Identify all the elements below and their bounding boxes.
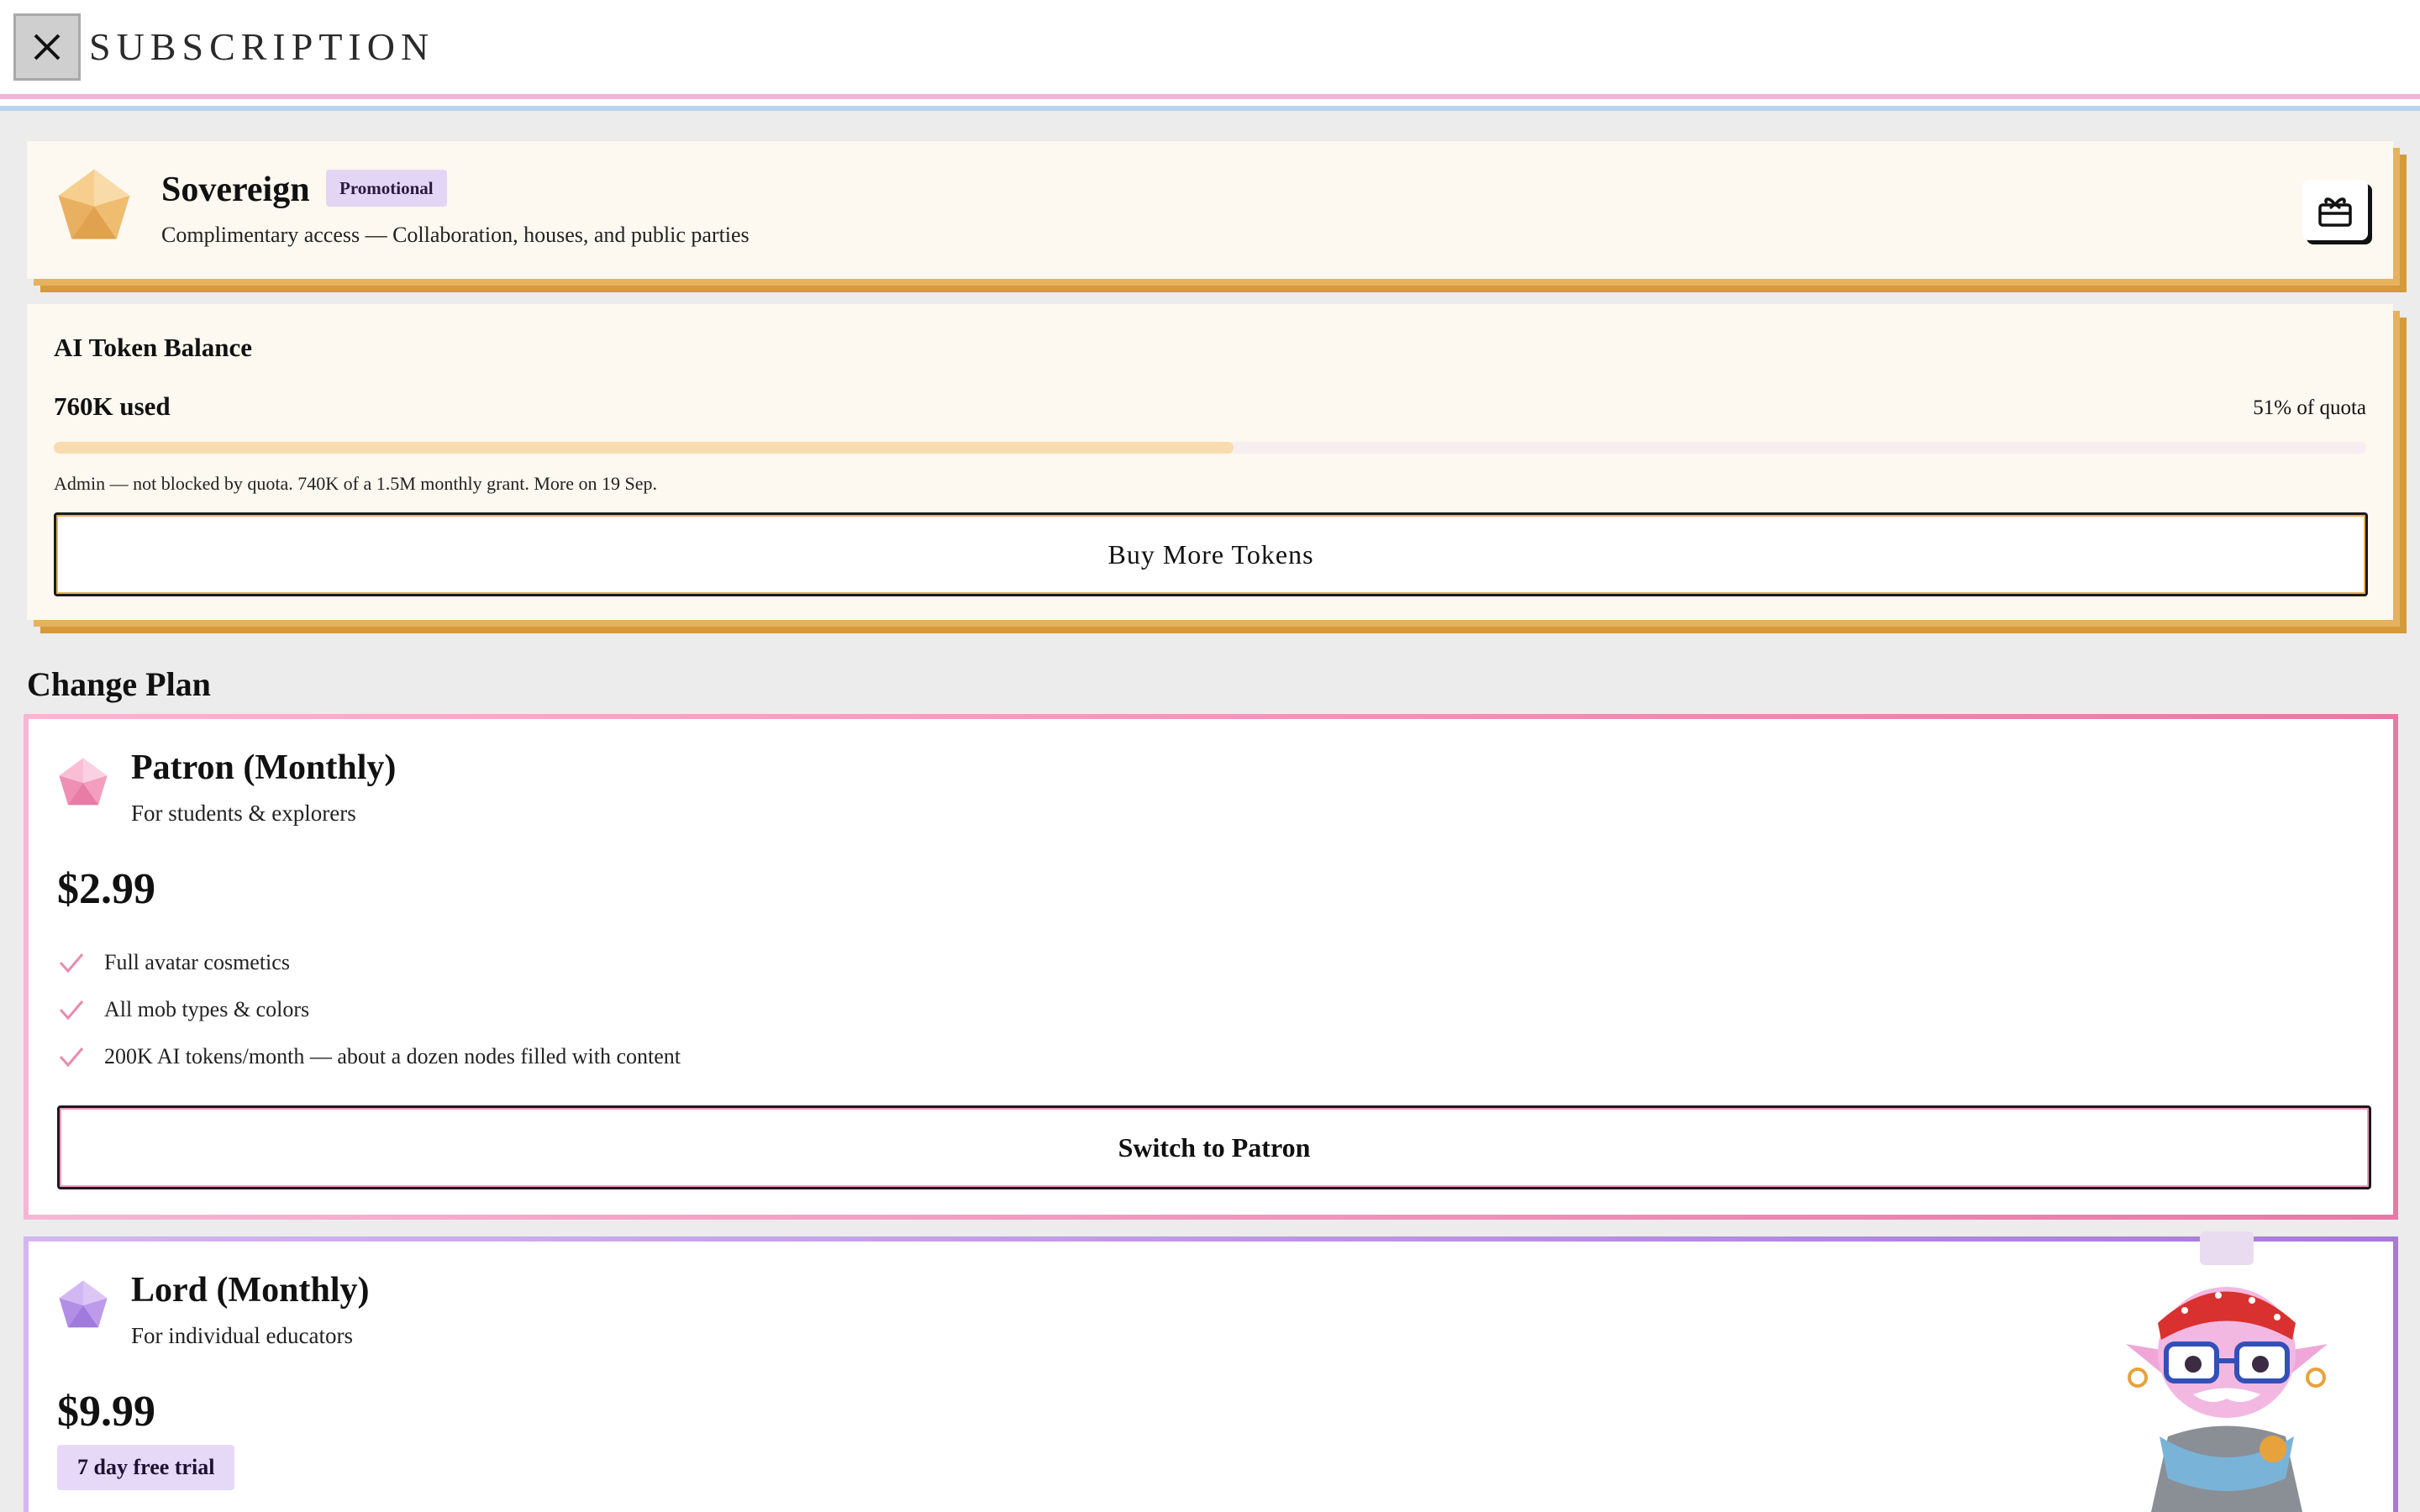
plan-price: $2.99 xyxy=(57,865,155,913)
check-icon xyxy=(59,1000,84,1021)
gift-icon xyxy=(2318,197,2352,227)
promotional-badge: Promotional xyxy=(326,170,447,207)
list-item: 200K AI tokens/month — about a dozen nod… xyxy=(57,1033,681,1080)
feature-text: All mob types & colors xyxy=(104,997,310,1021)
plan-subtitle: For individual educators xyxy=(131,1323,353,1348)
tier-description: Complimentary access — Collaboration, ho… xyxy=(161,223,750,247)
token-progress-fill xyxy=(54,442,1234,454)
change-plan-heading: Change Plan xyxy=(27,665,211,703)
current-tier-card: Sovereign Promotional Complimentary acce… xyxy=(27,141,2393,279)
tokens-used: 760K used xyxy=(54,391,171,421)
quota-percent: 51% of quota xyxy=(2253,396,2366,419)
close-icon xyxy=(34,34,60,60)
gift-button[interactable] xyxy=(2302,180,2368,240)
header-stripe-white xyxy=(0,99,2420,106)
token-balance-title: AI Token Balance xyxy=(54,333,253,362)
top-bar: SUBSCRIPTION xyxy=(0,0,2420,94)
plan-name: Lord (Monthly) xyxy=(131,1271,370,1310)
pink-gem-icon xyxy=(59,758,108,806)
list-item: All mob types & colors xyxy=(57,986,681,1033)
plan-name: Patron (Monthly) xyxy=(131,748,397,787)
feature-list: Full avatar cosmetics All mob types & co… xyxy=(57,939,681,1080)
check-icon xyxy=(59,1047,84,1068)
tier-name: Sovereign xyxy=(161,171,310,209)
plan-price: $9.99 xyxy=(57,1388,155,1436)
check-icon xyxy=(59,953,84,974)
feature-text: 200K AI tokens/month — about a dozen nod… xyxy=(104,1044,681,1068)
feature-text: Full avatar cosmetics xyxy=(104,950,290,974)
header-stripe-blue xyxy=(0,106,2420,111)
plan-card-patron: Patron (Monthly) For students & explorer… xyxy=(24,714,2398,1220)
mascot-character xyxy=(2126,1231,2328,1512)
token-balance-card: AI Token Balance 760K used 51% of quota … xyxy=(27,304,2393,620)
plan-card-lord: Lord (Monthly) For individual educators … xyxy=(24,1236,2398,1512)
buy-more-tokens-button[interactable]: Buy More Tokens xyxy=(54,512,2368,596)
switch-to-patron-button[interactable]: Switch to Patron xyxy=(57,1105,2371,1189)
close-button[interactable] xyxy=(13,13,81,81)
page-title: SUBSCRIPTION xyxy=(89,25,435,68)
list-item: Full avatar cosmetics xyxy=(57,939,681,986)
token-progress-bar xyxy=(54,442,2366,454)
purple-gem-icon xyxy=(59,1280,108,1328)
pentagon-gem-icon xyxy=(58,169,130,239)
free-trial-badge: 7 day free trial xyxy=(57,1445,235,1490)
token-note: Admin — not blocked by quota. 740K of a … xyxy=(54,473,657,494)
plan-subtitle: For students & explorers xyxy=(131,801,356,826)
